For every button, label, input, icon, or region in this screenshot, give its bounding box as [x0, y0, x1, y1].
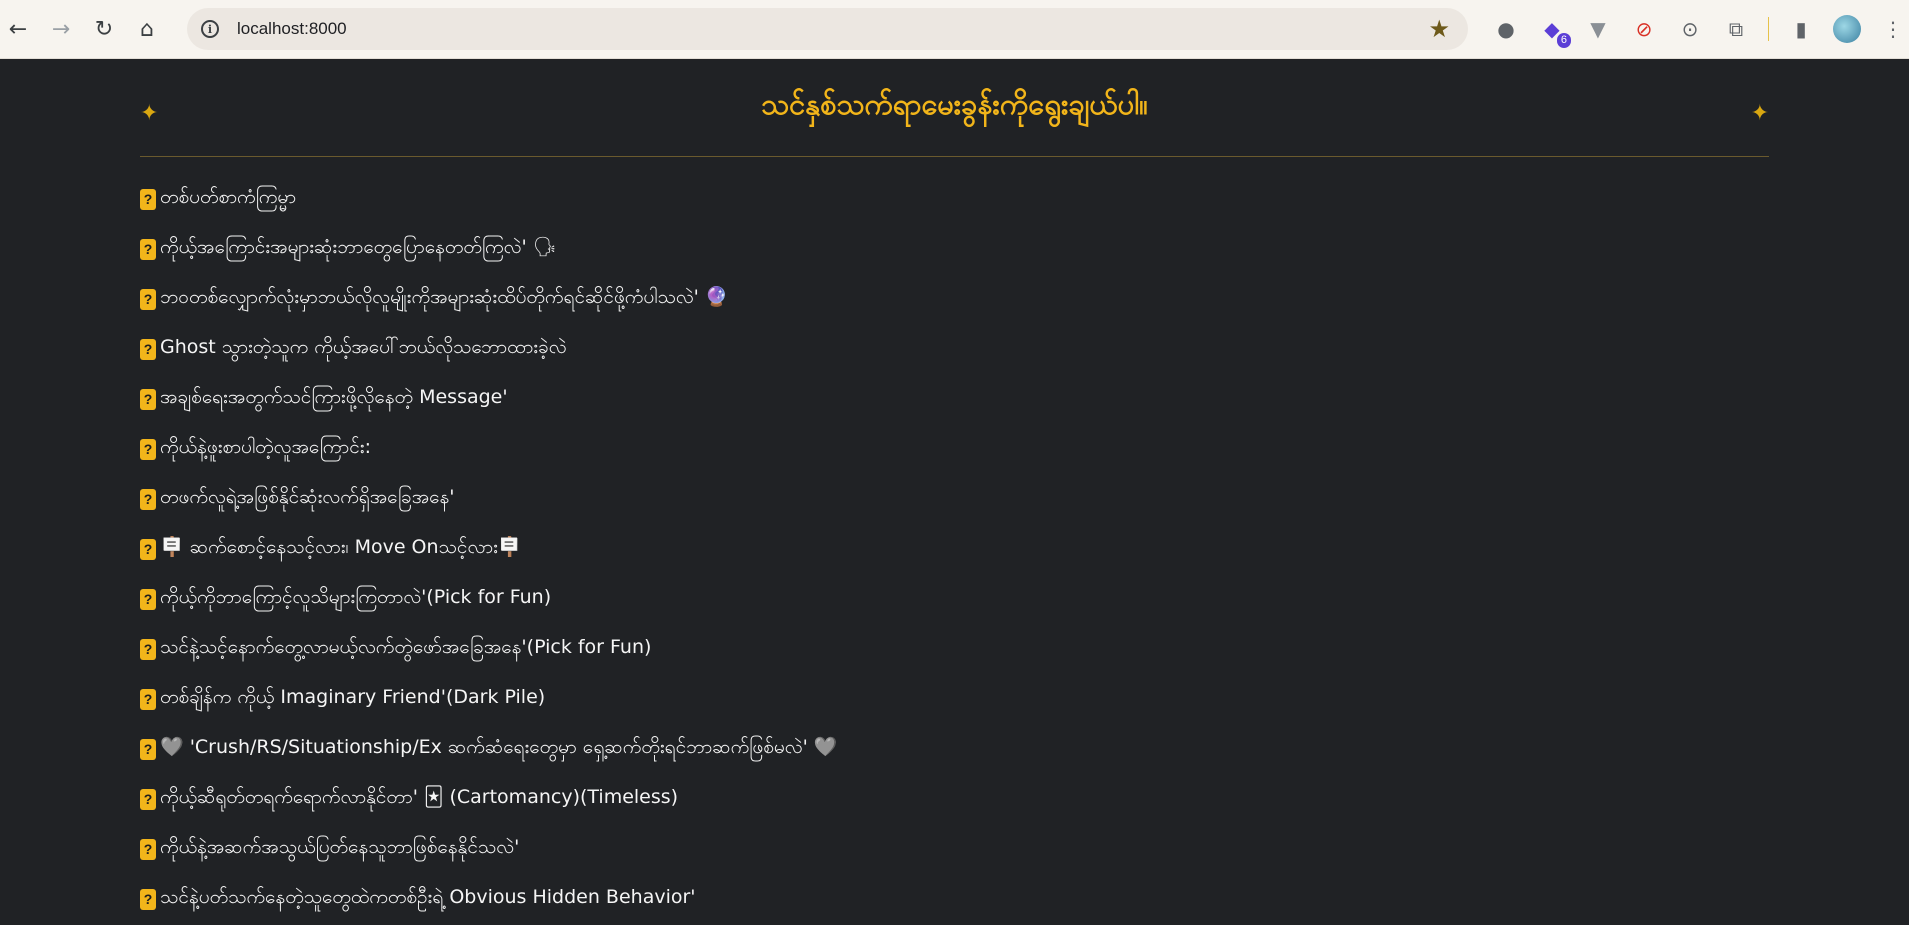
question-mark-icon: ? [140, 488, 156, 510]
question-text[interactable]: ကိုယ့်ဆီရုတ်တရက်ရောက်လာနိုင်တာ' 🃏 (Carto… [160, 785, 678, 813]
question-item[interactable]: ? ကိုယ့်အကြောင်းအများဆုံးဘာတွေပြောနေတတ်ကြ… [140, 224, 1769, 274]
question-text[interactable]: 🩶 'Crush/RS/Situationship/Ex ဆက်ဆံရေးတွေ… [160, 735, 838, 763]
vue-extension-icon[interactable]: ▼ [1584, 15, 1612, 43]
url-text[interactable]: localhost:8000 [237, 19, 1428, 39]
profile-avatar[interactable] [1833, 15, 1861, 43]
question-mark-icon: ? [140, 238, 156, 260]
page-header: ✦ သင်နှစ်သက်ရာမေးခွန်းကိုရွေးချယ်ပါ။ ✦ [140, 59, 1769, 157]
nav-buttons: ← → ↻ ⌂ [4, 15, 161, 43]
question-text[interactable]: ကိုယ့်ကိုဘာကြောင့်လူသိများကြတာလဲ'(Pick f… [160, 585, 551, 613]
question-mark-icon: ? [140, 388, 156, 410]
question-item[interactable]: ? ကိုယ့်ကိုဘာကြောင့်လူသိများကြတာလဲ'(Pick … [140, 574, 1769, 624]
menu-kebab-icon[interactable]: ⋮ [1879, 15, 1907, 43]
question-item[interactable]: ? ကိုယ်နဲ့ဖူးစာပါတဲ့လူအကြောင်း: [140, 424, 1769, 474]
site-info-icon[interactable]: i [201, 20, 219, 38]
question-mark-icon: ? [140, 588, 156, 610]
reload-icon[interactable]: ↻ [90, 15, 118, 43]
blocked-extension-icon[interactable]: ⊘ [1630, 15, 1658, 43]
page-title: သင်နှစ်သက်ရာမေးခွန်းကိုရွေးချယ်ပါ။ [761, 87, 1148, 121]
question-mark-icon: ? [140, 538, 156, 560]
question-text[interactable]: သင်နဲ့သင့်နောက်တွေ့လာမယ့်လက်တွဲဖော်အခြေအ… [160, 635, 651, 663]
question-item[interactable]: ? 🪧 ဆက်စောင့်နေသင့်လား၊ Move Onသင့်လား🪧 [140, 524, 1769, 574]
browser-toolbar: ← → ↻ ⌂ i localhost:8000 ★ ● ◆ 6 ▼ ⊘ ⊙ ⧉ … [0, 0, 1909, 59]
question-item[interactable]: ? တစ်ပတ်စာကံကြမ္မာ [140, 174, 1769, 224]
question-item[interactable]: ? တစ်ချိန်က ကိုယ့် Imaginary Friend'(Dark… [140, 674, 1769, 724]
cookie-extension-icon[interactable]: ● [1492, 15, 1520, 43]
graduation-cap-extension-icon[interactable]: ◆ 6 [1538, 15, 1571, 48]
page-content: ✦ သင်နှစ်သက်ရာမေးခွန်းကိုရွေးချယ်ပါ။ ✦ ?… [0, 59, 1909, 925]
question-item[interactable]: ? ကိုယ်နဲ့အဆက်အသွယ်ပြတ်နေသူဘာဖြစ်နေနိုင်သ… [140, 824, 1769, 874]
question-item[interactable]: ? Ghost သွားတဲ့သူက ကိုယ့်အပေါ်ဘယ်လိုသဘောထ… [140, 324, 1769, 374]
question-mark-icon: ? [140, 288, 156, 310]
question-mark-icon: ? [140, 188, 156, 210]
side-panel-icon[interactable]: ▮ [1787, 15, 1815, 43]
ornament-left-icon: ✦ [140, 101, 159, 126]
ornament-right-icon: ✦ [1750, 101, 1769, 126]
question-item[interactable]: ? သင်နဲ့ပတ်သက်နေတဲ့သူတွေထဲကတစ်ဦးရဲ့ Obvio… [140, 874, 1769, 924]
question-text[interactable]: အချစ်ရေးအတွက်သင်ကြားဖို့လိုနေတဲ့ Message… [160, 385, 508, 413]
back-arrow-icon[interactable]: ← [4, 15, 32, 43]
toolbar-divider [1768, 17, 1769, 41]
question-text[interactable]: Ghost သွားတဲ့သူက ကိုယ့်အပေါ်ဘယ်လိုသဘောထာ… [160, 335, 567, 363]
question-text[interactable]: သင်နဲ့ပတ်သက်နေတဲ့သူတွေထဲကတစ်ဦးရဲ့ Obviou… [160, 885, 696, 913]
question-mark-icon: ? [140, 688, 156, 710]
puzzle-extensions-icon[interactable]: ⧉ [1722, 15, 1750, 43]
question-item[interactable]: ? 🩶 'Crush/RS/Situationship/Ex ဆက်ဆံရေးတွ… [140, 724, 1769, 774]
question-text[interactable]: တဖက်လူရဲ့အဖြစ်နိုင်ဆုံးလက်ရှိအခြေအနေ' [160, 485, 455, 513]
question-text[interactable]: 🪧 ဆက်စောင့်နေသင့်လား၊ Move Onသင့်လား🪧 [160, 535, 522, 563]
address-bar[interactable]: i localhost:8000 ★ [187, 8, 1468, 50]
question-mark-icon: ? [140, 788, 156, 810]
devtools-extension-icon[interactable]: ⊙ [1676, 15, 1704, 43]
extension-badge: 6 [1556, 33, 1571, 48]
question-text[interactable]: တစ်ချိန်က ကိုယ့် Imaginary Friend'(Dark … [160, 685, 545, 713]
question-text[interactable]: ကိုယ်နဲ့အဆက်အသွယ်ပြတ်နေသူဘာဖြစ်နေနိုင်သလ… [160, 835, 519, 863]
question-text[interactable]: တစ်ပတ်စာကံကြမ္မာ [160, 185, 296, 213]
question-mark-icon: ? [140, 438, 156, 460]
question-item[interactable]: ? သင်နဲ့သင့်နောက်တွေ့လာမယ့်လက်တွဲဖော်အခြေ… [140, 624, 1769, 674]
question-item[interactable]: ? အချစ်ရေးအတွက်သင်ကြားဖို့လိုနေတဲ့ Messag… [140, 374, 1769, 424]
question-text[interactable]: ကိုယ်နဲ့ဖူးစာပါတဲ့လူအကြောင်း: [160, 435, 371, 463]
question-text[interactable]: ကိုယ့်အကြောင်းအများဆုံးဘာတွေပြောနေတတ်ကြလ… [160, 235, 557, 263]
question-mark-icon: ? [140, 888, 156, 910]
question-item[interactable]: ? တဖက်လူရဲ့အဖြစ်နိုင်ဆုံးလက်ရှိအခြေအနေ' [140, 474, 1769, 524]
question-item[interactable]: ? ဘဝတစ်လျှောက်လုံးမှာဘယ်လိုလူမျိုးကိုအမျာ… [140, 274, 1769, 324]
question-text[interactable]: ဘဝတစ်လျှောက်လုံးမှာဘယ်လိုလူမျိုးကိုအများ… [160, 285, 729, 313]
forward-arrow-icon[interactable]: → [47, 15, 75, 43]
home-icon[interactable]: ⌂ [133, 15, 161, 43]
question-mark-icon: ? [140, 638, 156, 660]
bookmark-star-icon[interactable]: ★ [1428, 15, 1450, 43]
question-item[interactable]: ? ကိုယ့်ဆီရုတ်တရက်ရောက်လာနိုင်တာ' 🃏 (Cart… [140, 774, 1769, 824]
question-mark-icon: ? [140, 838, 156, 860]
question-mark-icon: ? [140, 338, 156, 360]
question-mark-icon: ? [140, 738, 156, 760]
extensions-bar: ● ◆ 6 ▼ ⊘ ⊙ ⧉ ▮ ⋮ [1492, 15, 1907, 48]
question-list: ? တစ်ပတ်စာကံကြမ္မာ ? ကိုယ့်အကြောင်းအများဆု… [140, 174, 1769, 924]
